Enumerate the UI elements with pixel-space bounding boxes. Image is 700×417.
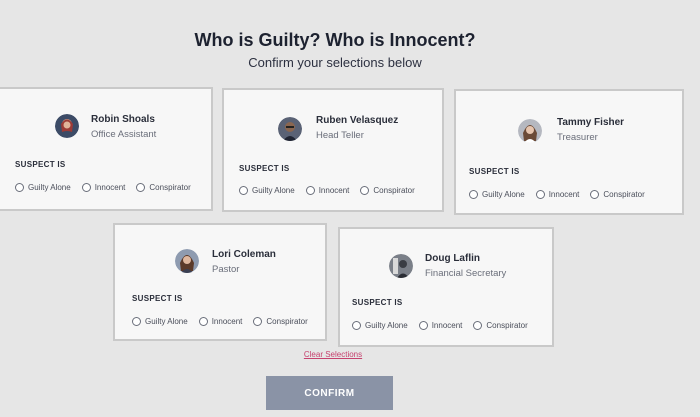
avatar	[278, 117, 302, 141]
option-label: Conspirator	[266, 317, 308, 326]
option-innocent[interactable]: Innocent	[535, 190, 580, 199]
radio-circle[interactable]	[360, 186, 370, 195]
option-group: Guilty Alone Innocent Conspirator	[469, 190, 645, 199]
radio-circle[interactable]	[239, 186, 248, 195]
option-innocent[interactable]: Innocent	[418, 321, 463, 330]
radio-circle[interactable]	[590, 190, 600, 199]
radio-circle[interactable]	[253, 317, 263, 326]
option-label: Guilty Alone	[28, 183, 71, 192]
option-guilty-alone[interactable]: Guilty Alone	[239, 186, 295, 195]
option-label: Guilty Alone	[482, 190, 525, 199]
radio-circle[interactable]	[469, 190, 478, 199]
option-conspirator[interactable]: Conspirator	[136, 183, 191, 192]
option-innocent[interactable]: Innocent	[305, 186, 350, 195]
option-label: Innocent	[94, 183, 126, 192]
avatar	[175, 249, 199, 273]
suspect-name: Ruben Velasquez	[316, 115, 399, 126]
option-label: Conspirator	[603, 190, 645, 199]
suspect-role: Head Teller	[316, 130, 364, 141]
confirm-button[interactable]: CONFIRM	[266, 376, 393, 410]
suspect-label: SUSPECT IS	[352, 298, 403, 307]
option-group: Guilty Alone Innocent Conspirator	[239, 186, 415, 195]
suspect-role: Pastor	[212, 264, 240, 275]
suspect-card-doug-laflin: Doug Laflin Financial Secretary SUSPECT …	[338, 227, 554, 347]
option-label: Guilty Alone	[365, 321, 408, 330]
option-label: Guilty Alone	[145, 317, 188, 326]
option-conspirator[interactable]: Conspirator	[360, 186, 415, 195]
page-title: Who is Guilty? Who is Innocent?	[194, 30, 476, 50]
page-subtitle: Confirm your selections below	[248, 55, 422, 70]
suspect-card-ruben-velasquez: Ruben Velasquez Head Teller SUSPECT IS G…	[222, 88, 444, 212]
option-group: Guilty Alone Innocent Conspirator	[132, 317, 308, 326]
suspect-label: SUSPECT IS	[132, 294, 183, 303]
option-guilty-alone[interactable]: Guilty Alone	[132, 317, 188, 326]
suspect-role: Office Assistant	[91, 129, 157, 140]
option-label: Innocent	[431, 321, 463, 330]
radio-circle[interactable]	[81, 183, 91, 192]
radio-circle[interactable]	[136, 183, 146, 192]
radio-circle[interactable]	[198, 317, 208, 326]
option-conspirator[interactable]: Conspirator	[590, 190, 645, 199]
radio-circle[interactable]	[15, 183, 24, 192]
suspect-name: Tammy Fisher	[557, 117, 625, 128]
clear-selections-link[interactable]: Clear Selections	[278, 350, 388, 359]
option-innocent[interactable]: Innocent	[81, 183, 126, 192]
suspect-name: Lori Coleman	[212, 249, 276, 260]
option-conspirator[interactable]: Conspirator	[473, 321, 528, 330]
suspect-label: SUSPECT IS	[239, 164, 290, 173]
option-guilty-alone[interactable]: Guilty Alone	[469, 190, 525, 199]
radio-circle[interactable]	[418, 321, 428, 330]
avatar	[518, 119, 542, 143]
suspect-card-robin-shoals: Robin Shoals Office Assistant SUSPECT IS…	[0, 87, 213, 211]
suspect-role: Treasurer	[557, 132, 598, 143]
suspect-card-lori-coleman: Lori Coleman Pastor SUSPECT IS Guilty Al…	[113, 223, 327, 341]
avatar	[55, 114, 79, 138]
option-label: Conspirator	[373, 186, 415, 195]
option-innocent[interactable]: Innocent	[198, 317, 243, 326]
suspect-card-tammy-fisher: Tammy Fisher Treasurer SUSPECT IS Guilty…	[454, 89, 684, 215]
option-label: Innocent	[211, 317, 243, 326]
radio-circle[interactable]	[352, 321, 361, 330]
option-conspirator[interactable]: Conspirator	[253, 317, 308, 326]
option-group: Guilty Alone Innocent Conspirator	[15, 183, 191, 192]
suspect-role: Financial Secretary	[425, 268, 507, 279]
suspect-label: SUSPECT IS	[469, 167, 520, 176]
radio-circle[interactable]	[132, 317, 141, 326]
option-label: Innocent	[318, 186, 350, 195]
avatar	[389, 254, 413, 278]
suspect-name: Robin Shoals	[91, 114, 155, 125]
option-label: Innocent	[548, 190, 580, 199]
radio-circle[interactable]	[535, 190, 545, 199]
option-guilty-alone[interactable]: Guilty Alone	[352, 321, 408, 330]
radio-circle[interactable]	[305, 186, 315, 195]
option-label: Conspirator	[149, 183, 191, 192]
option-label: Conspirator	[486, 321, 528, 330]
option-guilty-alone[interactable]: Guilty Alone	[15, 183, 71, 192]
option-label: Guilty Alone	[252, 186, 295, 195]
suspect-name: Doug Laflin	[425, 253, 480, 264]
suspect-label: SUSPECT IS	[15, 160, 66, 169]
option-group: Guilty Alone Innocent Conspirator	[352, 321, 528, 330]
radio-circle[interactable]	[473, 321, 483, 330]
